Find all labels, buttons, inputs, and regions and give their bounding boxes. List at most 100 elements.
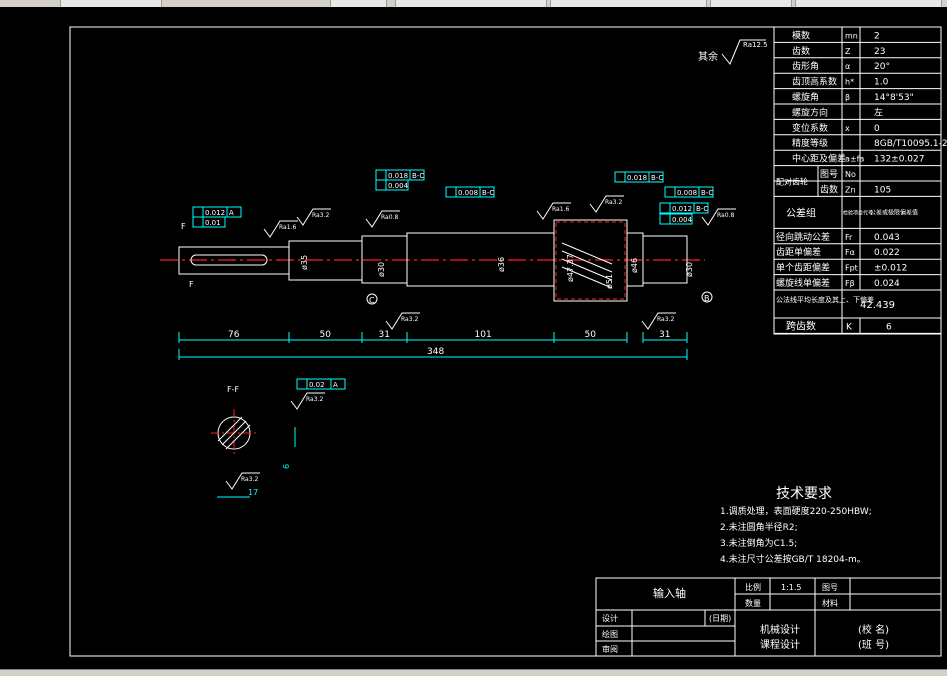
tech-req-item: 2.未注圆角半径R2;: [720, 521, 798, 533]
gear-param-name: 单个齿距偏差: [776, 262, 830, 274]
gdt-datum: B-C: [651, 174, 663, 182]
roughness-value: Ra0.8: [381, 214, 398, 221]
gear-param-value: 0: [874, 124, 880, 134]
gdt-tolerance: 0.018: [627, 174, 647, 182]
gdt-datum: B-C: [412, 172, 424, 180]
roughness-note-label: 其余: [698, 50, 718, 63]
gear-param-value: ±0.012: [874, 264, 907, 274]
tolerance-group-label: 公差组: [786, 206, 816, 219]
roughness-value: Ra3.2: [312, 212, 329, 219]
gear-param-value: 105: [874, 185, 891, 195]
gear-param-name: 径向跳动公差: [776, 231, 830, 243]
gdt-datum: A: [333, 381, 338, 389]
roughness-value: Ra1.6: [552, 206, 569, 213]
gear-param-name: 螺旋线单偏差: [776, 277, 830, 289]
gdt-datum: A: [229, 209, 234, 217]
gear-param-symbol: No: [845, 170, 856, 179]
dimension-value: 348: [427, 347, 444, 357]
course-line-1: 机械设计: [760, 623, 800, 636]
tol-value-header: 公差或极限偏差值: [870, 208, 918, 216]
drawing-no-label: 图号: [822, 583, 838, 592]
gear-table-rows: 模数 mn 2 齿数 Z 23 齿形角 α 20° 齿顶高系数 h* 1.0 螺旋角 β 14°8'53" 螺…: [774, 27, 947, 334]
gear-param-value: 0.022: [874, 248, 900, 258]
dimension-value: 76: [228, 330, 240, 340]
gear-param-symbol: Z: [845, 47, 851, 56]
gear-param-value: 8GB/T10095.1-2001: [874, 139, 947, 149]
tech-req-item: 3.未注倒角为C1.5;: [720, 537, 797, 549]
dimension-value: 50: [320, 330, 332, 340]
cad-drawing-area[interactable]: 模数 mn 2 齿数 Z 23 齿形角 α 20° 齿顶高系数 h* 1.0 螺旋角 β 14°8'53" 螺…: [0, 7, 947, 669]
gdt-tolerance: 0.004: [388, 182, 409, 190]
gdt-datum: B-C: [482, 189, 494, 197]
roughness-value: Ra3.2: [401, 316, 418, 323]
course-line-2: 课程设计: [760, 638, 800, 651]
gear-param-symbol: Zn: [845, 185, 856, 194]
tech-req-item: 4.未注尺寸公差按GB/T 18204-m。: [720, 553, 866, 565]
diameter-label: ø46: [630, 258, 639, 273]
roughness-marks: Ra1.6 Ra3.2 Ra0.8 Ra1.6 Ra3.2 Ra0.8 Ra3.2 Ra3.2…: [225, 195, 736, 490]
gdt-tolerance: 0.004: [672, 216, 693, 224]
gdt-tolerance: 0.008: [458, 189, 478, 197]
gear-param-symbol: mn: [845, 31, 858, 40]
school-line-1: (校 名): [858, 623, 889, 636]
section-f-bottom: F: [189, 280, 194, 289]
material-label: 材料: [822, 598, 838, 608]
mating-gear-label: 配对齿轮: [776, 177, 808, 187]
gdt-tolerance: 0.018: [388, 172, 408, 180]
dimension-value: 31: [379, 330, 390, 340]
dimension-labels: 76 50 31 101 50 31 348 ø35 ø30 ø36 ø47.37 ø51 ø46 ø30: [228, 254, 694, 357]
tech-req-title: 技术要求: [776, 486, 832, 502]
gear-param-value: 0.024: [874, 279, 900, 289]
design-label: 设计: [602, 613, 618, 623]
gear-param-name: 螺旋角: [792, 91, 819, 103]
gear-param-value: 2: [874, 31, 880, 41]
diameter-label: ø35: [300, 255, 309, 270]
gear-param-name: 精度等级: [792, 137, 828, 149]
gear-param-name: 模数: [792, 29, 810, 41]
gdt-tolerance: 0.02: [309, 381, 325, 389]
shaft-main-view: [160, 219, 705, 302]
gdt-frames: 0.012 A0.010.018 B-C0.0040.008 B-C0.018 B-C0…: [192, 169, 714, 390]
section-width: 17: [248, 488, 258, 497]
diameter-label: ø51: [605, 274, 614, 289]
span-count-label: 跨齿数: [786, 319, 816, 332]
gear-param-symbol: h*: [845, 78, 854, 87]
gear-param-symbol: Fα: [845, 248, 855, 257]
datum-c: C: [369, 296, 375, 305]
gear-param-name: 齿数: [820, 183, 838, 195]
gear-param-symbol: α: [845, 62, 850, 71]
gear-param-value: 132±0.027: [874, 155, 924, 165]
gear-param-symbol: x: [845, 124, 850, 133]
roughness-value: Ra3.2: [241, 476, 258, 483]
draw-label: 绘图: [602, 629, 618, 639]
gear-param-symbol: a±fa: [845, 155, 864, 164]
title-block-text: 输入轴 比例 1:1.5 图号 数量 材料 设计 (日期) 绘图 审阅 机械设计…: [602, 582, 889, 654]
date-label: (日期): [709, 614, 731, 623]
gdt-datum: B-C: [701, 189, 713, 197]
gear-param-value: 20°: [874, 62, 890, 72]
span-count-symbol: K: [846, 322, 853, 332]
section-label: F-F: [227, 385, 239, 394]
diameter-label: ø36: [497, 257, 506, 272]
technical-requirements: 技术要求 1.调质处理，表面硬度220-250HBW; 2.未注圆角半径R2; …: [720, 486, 872, 565]
gear-param-symbol: Fr: [845, 233, 853, 242]
gear-param-name: 中心距及偏差: [792, 153, 846, 165]
section-depth: 6: [282, 464, 291, 469]
gear-param-value: 左: [874, 106, 883, 118]
school-line-2: (班 号): [858, 639, 889, 651]
roughness-value: Ra0.8: [717, 212, 734, 219]
gear-param-name: 齿形角: [792, 60, 819, 72]
gear-param-name: 图号: [820, 169, 838, 180]
gear-param-name: 螺旋方向: [792, 106, 828, 118]
check-label: 审阅: [602, 644, 618, 654]
gear-param-symbol: β: [845, 93, 850, 102]
scale-value: 1:1.5: [781, 583, 802, 592]
diameter-label: ø30: [685, 262, 694, 277]
datum-b: B: [704, 294, 710, 303]
drawing-canvas[interactable]: 模数 mn 2 齿数 Z 23 齿形角 α 20° 齿顶高系数 h* 1.0 螺旋角 β 14°8'53" 螺…: [0, 7, 947, 669]
gdt-tolerance: 0.012: [205, 209, 225, 217]
roughness-value: Ra1.6: [279, 224, 296, 231]
roughness-note: 其余 Ra12.5: [698, 39, 768, 65]
gear-param-symbol: Fpt: [845, 264, 858, 273]
gear-param-value: 14°8'53": [874, 93, 914, 103]
